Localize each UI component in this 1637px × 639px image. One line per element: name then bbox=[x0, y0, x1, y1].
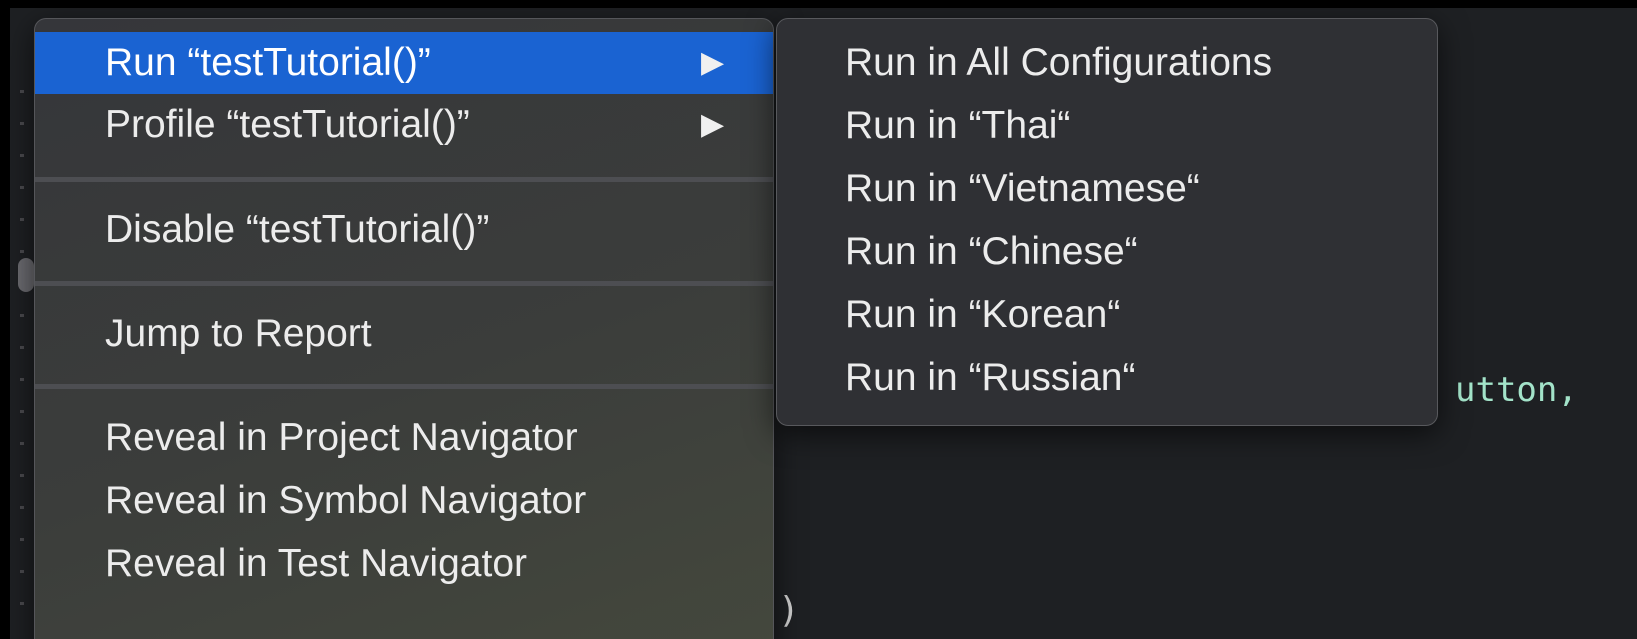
menu-separator bbox=[35, 177, 773, 182]
submenu-item-label: Run in “Thai“ bbox=[845, 104, 1071, 147]
submenu-item-label: Run in “Vietnamese“ bbox=[845, 167, 1200, 210]
submenu-item-run-chinese[interactable]: Run in “Chinese“ bbox=[777, 221, 1437, 283]
test-diamond-icon[interactable] bbox=[18, 258, 34, 292]
submenu-item-run-korean[interactable]: Run in “Korean“ bbox=[777, 284, 1437, 346]
menu-separator bbox=[35, 281, 773, 286]
menu-item-label: Disable “testTutorial()” bbox=[105, 208, 490, 251]
menu-item-label: Run “testTutorial()” bbox=[105, 41, 431, 84]
menu-item-reveal-symbol-navigator[interactable]: Reveal in Symbol Navigator bbox=[35, 470, 773, 532]
menu-separator bbox=[35, 384, 773, 389]
editor-top-edge bbox=[0, 0, 1637, 8]
submenu-item-run-vietnamese[interactable]: Run in “Vietnamese“ bbox=[777, 158, 1437, 220]
code-text-fragment: utton, bbox=[1455, 370, 1578, 410]
code-closing-brace: ) bbox=[778, 590, 800, 631]
menu-item-label: Jump to Report bbox=[105, 312, 372, 355]
submenu-item-label: Run in “Russian“ bbox=[845, 356, 1136, 399]
menu-item-disable-test[interactable]: Disable “testTutorial()” bbox=[35, 199, 773, 261]
submenu-item-label: Run in “Korean“ bbox=[845, 293, 1121, 336]
menu-item-label: Reveal in Project Navigator bbox=[105, 416, 578, 459]
submenu-item-label: Run in All Configurations bbox=[845, 41, 1273, 84]
run-submenu: Run in All Configurations Run in “Thai“ … bbox=[776, 18, 1438, 426]
menu-item-reveal-project-navigator[interactable]: Reveal in Project Navigator bbox=[35, 407, 773, 469]
menu-item-label: Reveal in Test Navigator bbox=[105, 542, 527, 585]
menu-item-label: Reveal in Symbol Navigator bbox=[105, 479, 587, 522]
menu-item-label: Profile “testTutorial()” bbox=[105, 103, 470, 146]
menu-item-run-test[interactable]: Run “testTutorial()” ▶ bbox=[35, 32, 773, 94]
submenu-item-run-all-configurations[interactable]: Run in All Configurations bbox=[777, 32, 1437, 94]
submenu-item-run-russian[interactable]: Run in “Russian“ bbox=[777, 347, 1437, 409]
editor-left-edge bbox=[0, 0, 10, 639]
submenu-arrow-icon: ▶ bbox=[701, 46, 725, 79]
submenu-item-run-thai[interactable]: Run in “Thai“ bbox=[777, 95, 1437, 157]
submenu-item-label: Run in “Chinese“ bbox=[845, 230, 1138, 273]
menu-item-reveal-test-navigator[interactable]: Reveal in Test Navigator bbox=[35, 533, 773, 595]
menu-item-profile-test[interactable]: Profile “testTutorial()” ▶ bbox=[35, 94, 773, 156]
context-menu: Run “testTutorial()” ▶ Profile “testTuto… bbox=[34, 18, 774, 639]
gutter-markers bbox=[20, 90, 24, 630]
submenu-arrow-icon: ▶ bbox=[701, 108, 725, 141]
menu-item-jump-to-report[interactable]: Jump to Report bbox=[35, 303, 773, 365]
